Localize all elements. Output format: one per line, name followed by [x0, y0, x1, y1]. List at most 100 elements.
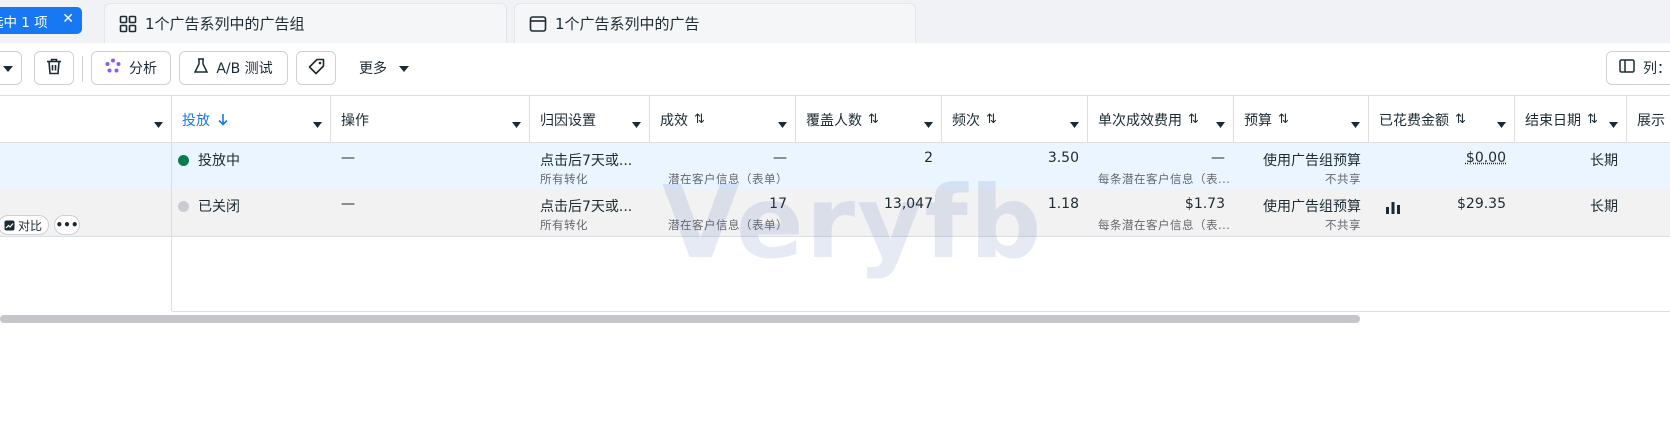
sort-icon: ⇅ [1587, 112, 1598, 127]
column-header-reach-label: 覆盖人数 [806, 112, 862, 129]
trash-icon [46, 58, 62, 79]
column-divider [171, 95, 172, 311]
results-sub: 潜在客户信息（表单） [668, 172, 788, 186]
tab-ads[interactable]: 1个广告系列中的广告 [514, 3, 916, 43]
actions-cell: — [331, 143, 530, 189]
horizontal-scrollbar[interactable] [0, 315, 1360, 323]
ab-test-button[interactable]: A/B 测试 [179, 51, 288, 85]
caret-down-icon [2, 60, 13, 76]
flask-icon [194, 58, 209, 78]
sort-icon: ⇅ [868, 112, 879, 127]
delete-button[interactable] [34, 51, 74, 85]
tab-adsets[interactable]: 1个广告系列中的广告组 [104, 3, 507, 43]
caret-down-icon[interactable] [154, 116, 163, 132]
column-header-amount-spent[interactable]: 已花费金额 ⇅ [1369, 96, 1515, 143]
grid-icon [119, 15, 137, 33]
reach-value: 13,047 [884, 196, 933, 212]
column-header-name[interactable] [0, 96, 172, 143]
bar-chart-icon[interactable] [1385, 200, 1401, 218]
caret-down-icon[interactable] [1216, 116, 1225, 132]
caret-down-icon[interactable] [1351, 116, 1360, 132]
caret-down-icon[interactable] [778, 116, 787, 132]
budget-value: 使用广告组预算 [1263, 153, 1361, 169]
amount-spent-value: $29.35 [1457, 196, 1506, 212]
column-header-actions-label: 操作 [341, 112, 369, 129]
attribution-cell: 点击后7天或... 所有转化 [530, 143, 650, 189]
caret-down-icon[interactable] [924, 116, 933, 132]
caret-down-icon[interactable] [1497, 116, 1506, 132]
attribution-sub: 所有转化 [540, 172, 588, 186]
cost-per-result-cell: — 每条潜在客户信息（表... [1088, 143, 1234, 189]
table-row[interactable]: 投放中 — 点击后7天或... 所有转化 — 潜在客户信息（表单） 2 3.50… [0, 143, 1670, 189]
column-header-actions[interactable]: 操作 [331, 96, 530, 143]
columns-button[interactable]: 列： [1606, 51, 1670, 85]
column-header-frequency[interactable]: 频次 ⇅ [942, 96, 1088, 143]
budget-value: 使用广告组预算 [1263, 199, 1361, 215]
tab-bar: 选中 1 项 ✕ 1个广告系列中的广告组 1个广告系列中的广告 [0, 0, 1670, 43]
column-header-budget[interactable]: 预算 ⇅ [1234, 96, 1369, 143]
column-header-end-date[interactable]: 结束日期 ⇅ [1515, 96, 1627, 143]
frequency-cell: 1.18 [942, 189, 1088, 236]
frequency-value: 1.18 [1047, 196, 1079, 212]
sort-icon: ⇅ [1278, 112, 1289, 127]
caret-down-icon[interactable] [632, 116, 641, 132]
column-header-reach[interactable]: 覆盖人数 ⇅ [796, 96, 942, 143]
analyze-button[interactable]: 分析 [91, 51, 171, 85]
cost-per-result-sub: 每条潜在客户信息（表... [1098, 172, 1231, 186]
columns-icon [1619, 59, 1635, 77]
amount-spent-value[interactable]: $0.00 [1466, 150, 1506, 166]
attribution-sub: 所有转化 [540, 218, 588, 232]
column-header-amount-spent-label: 已花费金额 [1379, 112, 1449, 129]
sort-icon: ⇅ [1188, 112, 1199, 127]
ad-icon [529, 15, 547, 33]
compare-button[interactable]: 对比 [0, 215, 49, 235]
budget-cell: 使用广告组预算 不共享 [1234, 143, 1369, 189]
column-header-frequency-label: 频次 [952, 112, 980, 129]
more-options-button[interactable]: ••• [54, 215, 80, 235]
selection-chip[interactable]: 选中 1 项 ✕ [0, 7, 82, 34]
tag-icon [308, 58, 325, 79]
tab-adsets-label: 1个广告系列中的广告组 [145, 15, 305, 33]
end-date-value: 长期 [1590, 199, 1618, 215]
close-icon[interactable]: ✕ [62, 11, 74, 27]
ab-test-label: A/B 测试 [216, 61, 273, 77]
column-header-results[interactable]: 成效 ⇅ [650, 96, 796, 143]
actions-cell: — [331, 189, 530, 236]
caret-down-icon[interactable] [1609, 116, 1618, 132]
caret-down-icon[interactable] [1070, 116, 1079, 132]
toolbar-divider [82, 56, 83, 82]
column-header-impressions[interactable]: 展示 [1627, 96, 1670, 143]
caret-down-icon[interactable] [512, 116, 521, 132]
end-date-cell: 长期 [1515, 143, 1627, 189]
table-row[interactable]: 对比 ••• 已关闭 — 点击后7天或... 所有转化 17 潜在客户信息（表单… [0, 189, 1670, 237]
results-value: — [773, 150, 787, 166]
attribution-value: 点击后7天或... [540, 153, 633, 169]
delivery-cell: 已关闭 [172, 189, 331, 236]
column-header-cost-per-result-label: 单次成效费用 [1098, 112, 1182, 129]
end-date-cell: 长期 [1515, 189, 1627, 236]
table-footer-divider [172, 311, 1670, 312]
budget-cell: 使用广告组预算 不共享 [1234, 189, 1369, 236]
edit-dropdown-button[interactable] [0, 51, 22, 85]
column-header-cost-per-result[interactable]: 单次成效费用 ⇅ [1088, 96, 1234, 143]
budget-sub: 不共享 [1325, 218, 1361, 232]
budget-sub: 不共享 [1325, 172, 1361, 186]
reach-cell: 13,047 [796, 189, 942, 236]
column-header-attribution-label: 归因设置 [540, 112, 596, 129]
delivery-status: 已关闭 [198, 199, 240, 215]
delivery-status: 投放中 [198, 153, 240, 169]
sort-icon: ⇅ [986, 112, 997, 127]
more-button[interactable]: 更多 [350, 51, 418, 85]
tag-button[interactable] [296, 51, 336, 85]
column-header-delivery[interactable]: 投放 [172, 96, 331, 143]
results-sub: 潜在客户信息（表单） [668, 218, 788, 232]
caret-down-icon[interactable] [313, 116, 322, 132]
column-header-attribution[interactable]: 归因设置 [530, 96, 650, 143]
sort-icon: ⇅ [1455, 112, 1466, 127]
sparkle-icon [105, 58, 121, 78]
status-dot [178, 155, 189, 166]
reach-cell: 2 [796, 143, 942, 189]
reach-value: 2 [924, 150, 933, 166]
cost-per-result-sub: 每条潜在客户信息（表... [1098, 218, 1231, 232]
column-header-budget-label: 预算 [1244, 112, 1272, 129]
